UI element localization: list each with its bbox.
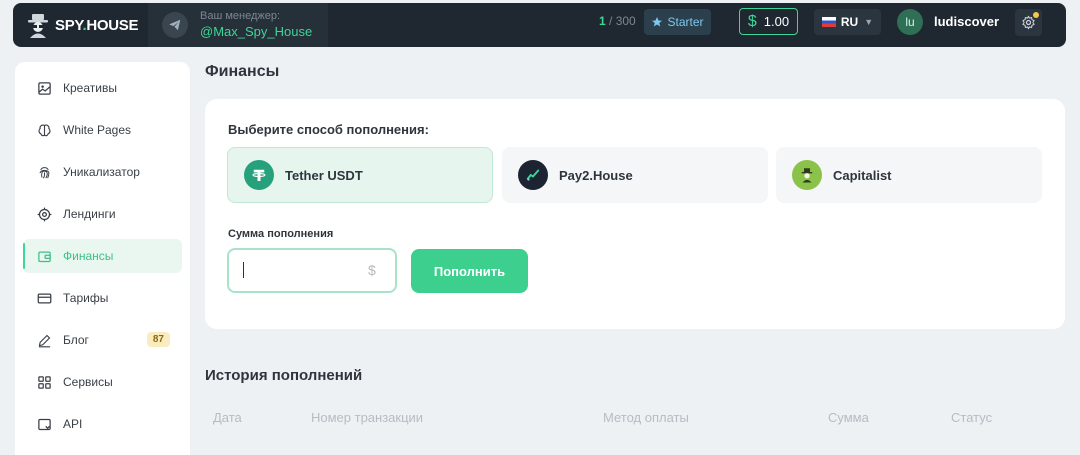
quota-counter: 1 / 300 xyxy=(599,14,636,28)
manager-label: Ваш менеджер: xyxy=(200,10,281,22)
balance-button[interactable]: $ 1.00 xyxy=(739,8,798,35)
amount-label: Сумма пополнения xyxy=(228,228,334,240)
sidebar-item-creatives[interactable]: Креативы xyxy=(23,71,182,105)
sidebar-item-uniqualizer[interactable]: Уникализатор xyxy=(23,155,182,189)
sidebar-item-landings[interactable]: Лендинги xyxy=(23,197,182,231)
wallet-icon xyxy=(36,248,52,264)
sidebar-item-white-pages[interactable]: White Pages xyxy=(23,113,182,147)
settings-button[interactable] xyxy=(1015,9,1042,36)
pay2house-icon xyxy=(518,160,548,190)
chevron-down-icon: ▼ xyxy=(864,17,874,27)
history-col-method: Метод оплаты xyxy=(603,410,689,425)
tether-icon xyxy=(244,160,274,190)
deposit-card: Выберите способ пополнения: Tether USDT … xyxy=(205,99,1065,329)
image-icon xyxy=(36,80,52,96)
dollar-icon: $ xyxy=(747,12,757,30)
pen-icon xyxy=(36,332,52,348)
balance-value: 1.00 xyxy=(763,14,790,29)
spy-logo-icon xyxy=(27,12,49,38)
notification-dot xyxy=(1033,12,1039,18)
history-col-status: Статус xyxy=(951,410,993,425)
capitalist-icon xyxy=(792,160,822,190)
sidebar-item-blog[interactable]: Блог 87 xyxy=(23,323,182,357)
api-icon xyxy=(36,416,52,432)
sidebar-item-api[interactable]: API xyxy=(23,407,182,441)
sidebar-item-services[interactable]: Сервисы xyxy=(23,365,182,399)
sidebar-item-finance[interactable]: Финансы xyxy=(23,239,182,273)
logo-text: SPY.HOUSE xyxy=(55,16,139,34)
text-cursor xyxy=(243,262,244,278)
target-icon xyxy=(36,206,52,222)
blog-count-badge: 87 xyxy=(146,332,170,347)
method-tether[interactable]: Tether USDT xyxy=(227,147,493,203)
plan-badge[interactable]: Starter xyxy=(644,9,711,35)
page-title: Финансы xyxy=(205,63,280,80)
card-icon xyxy=(36,290,52,306)
grid-icon xyxy=(36,374,52,390)
ru-flag-icon xyxy=(821,17,836,27)
method-pay2house[interactable]: Pay2.House xyxy=(502,147,768,203)
language-select[interactable]: RU ▼ xyxy=(814,9,881,35)
method-prompt: Выберите способ пополнения: xyxy=(228,122,429,137)
history-col-amount: Сумма xyxy=(828,410,869,425)
brain-icon xyxy=(36,122,52,138)
history-title: История пополнений xyxy=(205,367,363,384)
username[interactable]: ludiscover xyxy=(934,14,999,29)
manager-link[interactable]: @Max_Spy_House xyxy=(200,23,312,40)
deposit-button[interactable]: Пополнить xyxy=(411,249,528,293)
star-icon xyxy=(652,17,663,27)
history-col-date: Дата xyxy=(213,410,242,425)
manager-block[interactable]: Ваш менеджер: @Max_Spy_House xyxy=(148,3,328,47)
logo[interactable]: SPY.HOUSE xyxy=(27,12,151,38)
telegram-icon xyxy=(162,12,188,38)
sidebar: Креативы White Pages Уникализатор Лендин… xyxy=(15,62,190,455)
history-col-transaction: Номер транзакции xyxy=(311,410,424,425)
method-capitalist[interactable]: Capitalist xyxy=(776,147,1042,203)
sidebar-item-tariffs[interactable]: Тарифы xyxy=(23,281,182,315)
amount-currency: $ xyxy=(368,262,376,278)
fingerprint-icon xyxy=(36,164,52,180)
avatar[interactable]: lu xyxy=(897,9,923,35)
